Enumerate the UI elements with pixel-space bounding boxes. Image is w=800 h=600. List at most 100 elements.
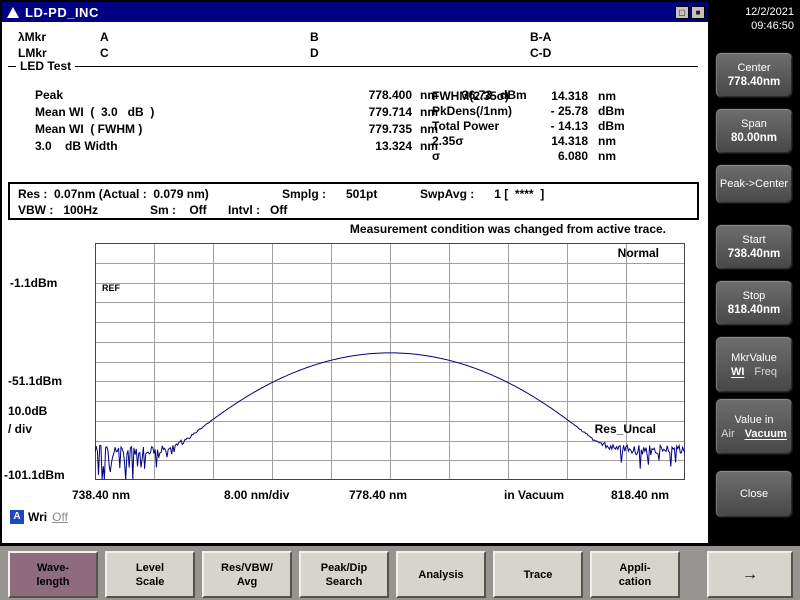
sweep-settings-box: Res : 0.07nm (Actual : 0.079 nm) Smplg :…	[8, 182, 699, 220]
y-axis-mid-label: -51.1dBm	[8, 374, 63, 388]
right-arrow-icon: →	[742, 565, 758, 583]
marker-a: A	[100, 30, 109, 44]
fkey-level-scale[interactable]: Level Scale	[105, 551, 195, 598]
window-restore-button[interactable]: ▢	[675, 5, 689, 19]
led-test-divider	[8, 66, 698, 67]
close-button[interactable]: Close	[715, 470, 793, 518]
y-axis-scale-label: 10.0dB	[8, 404, 48, 418]
y-axis-scale-unit: / div	[8, 422, 33, 436]
peak-to-center-button[interactable]: Peak->Center	[715, 164, 793, 204]
x-axis-medium-label: in Vacuum	[504, 488, 565, 502]
trace-write-mode: Wri	[28, 510, 48, 524]
led-row-label: Mean WI ( FWHM )	[35, 122, 143, 136]
led-mean3db-row: Mean WI ( 3.0 dB ) 779.714 nm	[35, 105, 450, 119]
valuein-option-vacuum[interactable]: Vacuum	[745, 428, 787, 440]
wl-marker-label: λMkr	[18, 30, 47, 44]
res-uncal-label: Res_Uncal	[594, 422, 656, 436]
spectrum-svg	[95, 243, 685, 480]
time-text: 09:46:50	[751, 20, 794, 32]
led-row-value: 779.735	[368, 122, 412, 136]
soft-key-panel: 12/2/2021 09:46:50 Center 778.40nm Span …	[708, 0, 800, 543]
fkey-peak-dip-search[interactable]: Peak/Dip Search	[299, 551, 389, 598]
led-row-unit: nm	[598, 89, 616, 103]
led-row-label: PkDens(/1nm)	[432, 104, 513, 118]
value-in-button[interactable]: Value in Air Vacuum	[715, 398, 793, 455]
datetime-display: 12/2/2021 09:46:50	[745, 5, 794, 33]
swpavg-setting: SwpAvg : 1 [ **** ]	[420, 187, 545, 201]
led-2sigma-row: 2.35σ 14.318 nm	[432, 134, 616, 148]
led-row-label: 3.0 dB Width	[35, 139, 118, 153]
x-axis-start-label: 738.40 nm	[72, 488, 131, 502]
trace-letter-badge: A	[10, 510, 24, 524]
led-fwhm-row: FWHM(2.35σ) 14.318 nm	[432, 89, 616, 103]
marker-value-button[interactable]: MkrValue WI Freq	[715, 336, 793, 393]
mkrvalue-option-wl[interactable]: WI	[731, 366, 744, 378]
led-row-label: Mean WI ( 3.0 dB )	[35, 105, 155, 119]
led-totalpower-row: Total Power - 14.13 dBm	[432, 119, 625, 133]
res-setting: Res : 0.07nm (Actual : 0.079 nm)	[18, 187, 209, 201]
y-axis-bottom-label: -101.1dBm	[4, 468, 65, 482]
window-title: LD-PD_INC	[25, 4, 99, 20]
led-width-row: 3.0 dB Width 13.324 nm	[35, 139, 450, 153]
date-text: 12/2/2021	[745, 6, 794, 18]
x-axis-center-label: 778.40 nm	[349, 488, 408, 502]
title-bar: LD-PD_INC ▢ ■	[2, 2, 708, 22]
spectrum-plot: Normal REF Res_Uncal	[95, 243, 685, 480]
marker-c-d: C-D	[530, 46, 552, 60]
led-row-value: 13.324	[375, 139, 412, 153]
x-axis-div-label: 8.00 nm/div	[224, 488, 290, 502]
stop-button[interactable]: Stop 818.40nm	[715, 280, 793, 326]
fkey-analysis[interactable]: Analysis	[396, 551, 486, 598]
condition-changed-message: Measurement condition was changed from a…	[349, 222, 666, 236]
led-row-value: - 25.78	[550, 104, 588, 118]
led-sigma-row: σ 6.080 nm	[432, 149, 616, 163]
led-row-unit: nm	[598, 134, 616, 148]
y-axis-ref-label: -1.1dBm	[10, 276, 58, 290]
ref-level-label: REF	[102, 283, 120, 293]
valuein-option-air[interactable]: Air	[721, 428, 734, 440]
led-row-unit: dBm	[598, 119, 625, 133]
led-row-value: 778.400	[368, 88, 412, 102]
led-row-value: - 14.13	[550, 119, 588, 133]
sm-setting: Sm : Off	[150, 203, 207, 217]
marker-b: B	[310, 30, 319, 44]
fkey-application[interactable]: Appli-cation	[590, 551, 680, 598]
led-row-label: FWHM(2.35σ)	[432, 89, 509, 103]
led-row-value: 779.714	[368, 105, 412, 119]
window-controls: ▢ ■	[675, 5, 705, 19]
intvl-setting: Intvl : Off	[228, 203, 288, 217]
led-row-unit: dBm	[598, 104, 625, 118]
trace-state: Off	[52, 510, 68, 524]
led-row-label: 2.35σ	[432, 134, 464, 148]
smplg-setting: Smplg : 501pt	[282, 187, 378, 201]
trace-status: A Wri Off	[10, 510, 68, 524]
mkrvalue-option-freq[interactable]: Freq	[754, 366, 777, 378]
main-display: λMkr A B B-A LMkr C D C-D LED Test Peak …	[2, 22, 708, 543]
window-maximize-button[interactable]: ■	[691, 5, 705, 19]
center-button[interactable]: Center 778.40nm	[715, 52, 793, 98]
fkey-res-vbw-avg[interactable]: Res/VBW/Avg	[202, 551, 292, 598]
led-row-value: 14.318	[551, 89, 588, 103]
brand-triangle-icon	[7, 6, 19, 18]
led-row-label: Peak	[35, 88, 64, 102]
vbw-setting: VBW : 100Hz	[18, 203, 99, 217]
fkey-wavelength[interactable]: Wave-length	[8, 551, 98, 598]
trace-mode-label: Normal	[617, 246, 659, 260]
function-key-bar: Wave-length Level Scale Res/VBW/Avg Peak/…	[0, 543, 800, 600]
led-row-label: σ	[432, 149, 441, 163]
span-button[interactable]: Span 80.00nm	[715, 108, 793, 154]
led-meanfwhm-row: Mean WI ( FWHM ) 779.735 nm	[35, 122, 450, 136]
start-button[interactable]: Start 738.40nm	[715, 224, 793, 270]
lv-marker-label: LMkr	[18, 46, 47, 60]
fkey-trace[interactable]: Trace	[493, 551, 583, 598]
marker-d: D	[310, 46, 319, 60]
x-axis-stop-label: 818.40 nm	[611, 488, 670, 502]
marker-b-a: B-A	[530, 30, 552, 44]
led-row-value: 6.080	[557, 149, 588, 163]
marker-c: C	[100, 46, 109, 60]
fkey-next-menu-arrow[interactable]: →	[707, 551, 793, 598]
led-test-title: LED Test	[16, 59, 76, 73]
led-row-unit: nm	[598, 149, 616, 163]
led-row-value: 14.318	[551, 134, 588, 148]
led-pkdens-row: PkDens(/1nm) - 25.78 dBm	[432, 104, 625, 118]
